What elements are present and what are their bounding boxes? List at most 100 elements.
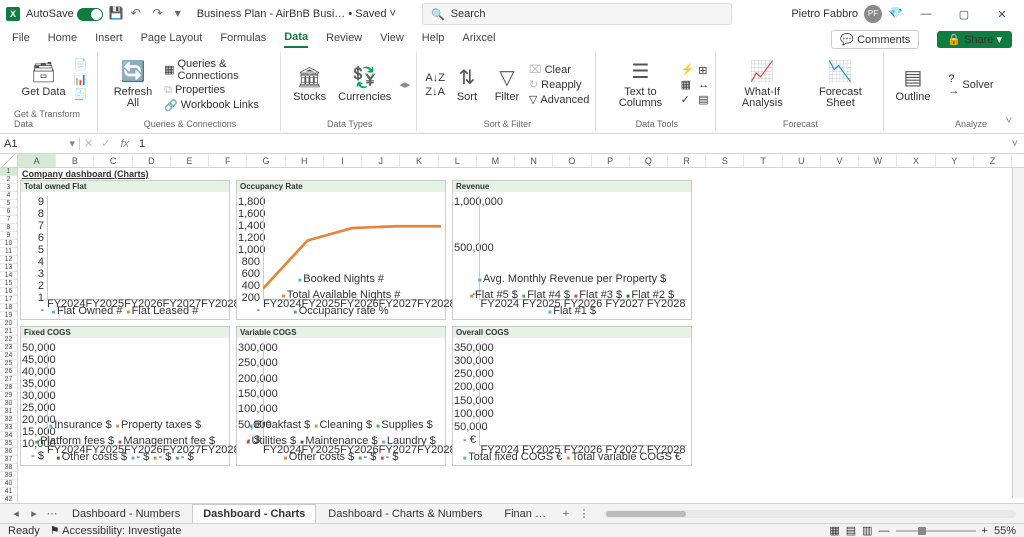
tab-data[interactable]: Data	[284, 31, 308, 48]
col-header[interactable]: K	[400, 154, 438, 167]
row-header[interactable]: 11	[0, 248, 18, 256]
vscrollbar[interactable]	[1012, 168, 1024, 498]
user-account[interactable]: Pietro Fabbro PF	[791, 5, 882, 23]
tab-review[interactable]: Review	[326, 32, 362, 47]
col-header[interactable]: F	[209, 154, 247, 167]
col-header[interactable]: E	[171, 154, 209, 167]
chart-c6[interactable]: Overall COGS350,000300,000250,000200,000…	[452, 326, 692, 466]
formula-input[interactable]: 1	[135, 138, 1006, 150]
from-web-icon[interactable]: 📊	[74, 73, 88, 86]
tab-next-icon[interactable]: ▸	[26, 507, 42, 520]
save-icon[interactable]: 💾	[109, 6, 125, 22]
get-data-button[interactable]: 🗃Get Data	[18, 59, 70, 100]
sheet-canvas[interactable]: Company dashboard (Charts) Total owned F…	[18, 168, 1012, 498]
row-header[interactable]: 28	[0, 384, 18, 392]
row-header[interactable]: 27	[0, 376, 18, 384]
tab-help[interactable]: Help	[422, 32, 445, 47]
row-header[interactable]: 26	[0, 368, 18, 376]
minimize-button[interactable]: —	[910, 8, 942, 20]
tab-prev-icon[interactable]: ◂	[8, 507, 24, 520]
zoom-slider[interactable]	[896, 530, 976, 532]
text-to-columns-button[interactable]: ☰Text to Columns	[604, 59, 676, 111]
tab-arixcel[interactable]: Arixcel	[462, 32, 495, 47]
tab-formulas[interactable]: Formulas	[220, 32, 266, 47]
row-header[interactable]: 14	[0, 272, 18, 280]
sheet-tab-active[interactable]: Dashboard - Charts	[192, 504, 316, 523]
view-pagebreak-icon[interactable]: ▥	[862, 524, 872, 537]
chart-c3[interactable]: Revenue1,000,000500,000-FY2024FY2025FY20…	[452, 180, 692, 320]
solver-button[interactable]: ?→ Solver	[948, 73, 993, 97]
row-header[interactable]: 23	[0, 344, 18, 352]
row-header[interactable]: 40	[0, 480, 18, 488]
row-header[interactable]: 37	[0, 456, 18, 464]
row-header[interactable]: 31	[0, 408, 18, 416]
tab-file[interactable]: File	[12, 32, 30, 47]
tab-pagelayout[interactable]: Page Layout	[141, 32, 203, 47]
add-sheet-icon[interactable]: +	[558, 508, 574, 520]
row-header[interactable]: 22	[0, 336, 18, 344]
redo-icon[interactable]: ↷	[153, 6, 169, 22]
row-header[interactable]: 38	[0, 464, 18, 472]
row-header[interactable]: 19	[0, 312, 18, 320]
formula-expand-icon[interactable]: ˅	[1006, 138, 1024, 150]
row-header[interactable]: 13	[0, 264, 18, 272]
col-header[interactable]: X	[897, 154, 935, 167]
view-normal-icon[interactable]: ▦	[829, 524, 839, 537]
outline-button[interactable]: ▤Outline	[892, 64, 935, 105]
share-button[interactable]: 🔒 Share ▾	[937, 31, 1012, 48]
qat-more-icon[interactable]: ▾	[175, 6, 191, 22]
validation-icon[interactable]: ✓	[681, 93, 695, 106]
zoom-in-icon[interactable]: +	[982, 525, 988, 537]
toggle-on-icon[interactable]	[77, 8, 103, 21]
sheet-tab[interactable]: Finan …	[494, 505, 556, 523]
col-header[interactable]: A	[18, 154, 56, 167]
sheet-tab[interactable]: Dashboard - Numbers	[62, 505, 190, 523]
undo-icon[interactable]: ↶	[131, 6, 147, 22]
sheet-menu-icon[interactable]: ⋮	[576, 507, 592, 520]
chart-c4[interactable]: Fixed COGS50,00045,00040,00035,00030,000…	[20, 326, 230, 466]
sort-button[interactable]: ⇅Sort	[449, 64, 485, 105]
col-header[interactable]: Q	[630, 154, 668, 167]
properties-button[interactable]: ⧉ Properties	[164, 84, 274, 97]
stocks-button[interactable]: 🏛Stocks	[289, 64, 330, 105]
col-header[interactable]: B	[56, 154, 94, 167]
dedupe-icon[interactable]: ▦	[681, 78, 695, 91]
row-header[interactable]: 30	[0, 400, 18, 408]
reapply-button[interactable]: ↻ Reapply	[529, 78, 589, 91]
filter-button[interactable]: ▽Filter	[489, 64, 525, 105]
row-header[interactable]: 10	[0, 240, 18, 248]
row-header[interactable]: 5	[0, 200, 18, 208]
row-header[interactable]: 32	[0, 416, 18, 424]
tab-insert[interactable]: Insert	[95, 32, 123, 47]
row-header[interactable]: 16	[0, 288, 18, 296]
sort-za-icon[interactable]: Z↓A	[425, 86, 445, 98]
close-button[interactable]: ✕	[986, 8, 1018, 21]
col-header[interactable]: U	[783, 154, 821, 167]
row-header[interactable]: 36	[0, 448, 18, 456]
row-header[interactable]: 15	[0, 280, 18, 288]
zoom-level[interactable]: 55%	[994, 525, 1016, 537]
from-file-icon[interactable]: 📄	[74, 58, 88, 71]
forecast-sheet-button[interactable]: 📉Forecast Sheet	[804, 59, 876, 111]
datatype-nav[interactable]: ◂▸	[399, 78, 410, 91]
autosave-toggle[interactable]: AutoSave	[26, 8, 103, 21]
col-header[interactable]: H	[286, 154, 324, 167]
col-header[interactable]: W	[859, 154, 897, 167]
filename[interactable]: Business Plan - AirBnB Busi… • Saved ˅	[197, 8, 396, 20]
col-header[interactable]: S	[706, 154, 744, 167]
hscrollbar[interactable]	[604, 510, 1016, 518]
tab-more-icon[interactable]: ⋯	[44, 507, 60, 520]
flashfill-icon[interactable]: ⚡	[681, 63, 695, 76]
row-header[interactable]: 6	[0, 208, 18, 216]
row-header[interactable]: 33	[0, 424, 18, 432]
row-header[interactable]: 12	[0, 256, 18, 264]
from-table-icon[interactable]: 🧾	[74, 88, 88, 101]
col-header[interactable]: J	[362, 154, 400, 167]
datamodel-icon[interactable]: ▤	[698, 93, 709, 106]
col-header[interactable]: I	[324, 154, 362, 167]
col-header[interactable]: L	[439, 154, 477, 167]
tab-view[interactable]: View	[380, 32, 404, 47]
row-header[interactable]: 41	[0, 488, 18, 496]
col-header[interactable]: O	[553, 154, 591, 167]
col-header[interactable]: V	[821, 154, 859, 167]
